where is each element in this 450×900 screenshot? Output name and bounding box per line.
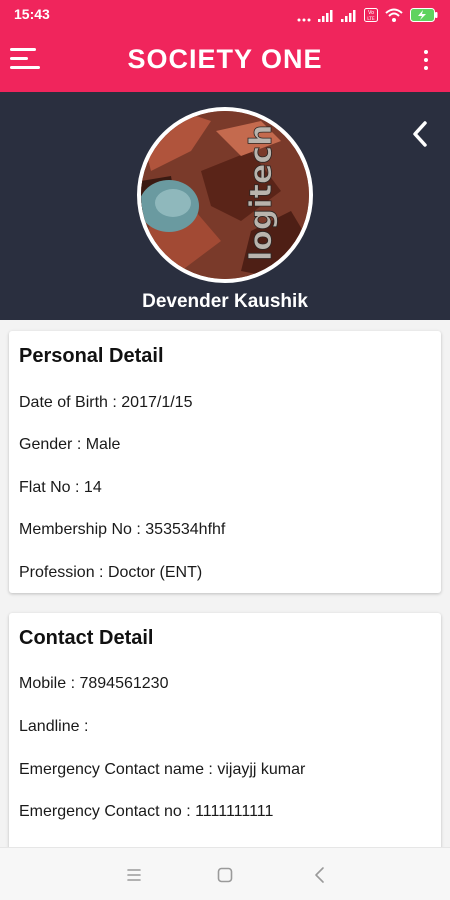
- membership-no-value: 353534hfhf: [145, 521, 226, 538]
- membership-no-label: Membership No :: [19, 521, 141, 538]
- avatar[interactable]: logitech: [137, 107, 313, 283]
- avatar-text: logitech: [244, 125, 279, 261]
- flat-no-value: 14: [83, 479, 102, 496]
- wifi-icon: [385, 8, 403, 22]
- profession-value: Doctor (ENT): [107, 564, 203, 581]
- overflow-menu-icon[interactable]: [422, 48, 430, 74]
- flat-no-label: Flat No :: [19, 479, 80, 496]
- dob-value: 2017/1/15: [121, 394, 193, 411]
- gender-row: Gender : Male: [19, 436, 120, 454]
- svg-text:LTE: LTE: [367, 16, 375, 22]
- personal-detail-card: Personal Detail Date of Birth : 2017/1/1…: [9, 331, 441, 593]
- emergency-no-value[interactable]: 1111111111: [195, 803, 273, 820]
- emergency-name-row: Emergency Contact name : vijayjj kumar: [19, 761, 305, 779]
- status-icons: Vo LTE: [297, 6, 438, 22]
- more-dots-icon: [297, 18, 311, 22]
- mobile-label: Mobile :: [19, 675, 76, 692]
- svg-text:Vo: Vo: [368, 10, 374, 16]
- flat-no-row: Flat No : 14: [19, 479, 102, 497]
- mobile-value[interactable]: 7894561230: [79, 675, 168, 692]
- emergency-name-label: Emergency Contact name :: [19, 761, 213, 778]
- volte-icon: VoLTE: [364, 8, 378, 22]
- status-bar: 15:43 Vo LTE: [0, 0, 450, 28]
- profile-header: logitech Devender Kaushik: [0, 92, 450, 320]
- contact-detail-card: Contact Detail Mobile : 7894561230 Landl…: [9, 613, 441, 853]
- landline-label: Landline :: [19, 718, 89, 735]
- signal-icon: [341, 10, 356, 22]
- profession-label: Profession :: [19, 564, 104, 581]
- recents-menu-icon[interactable]: [123, 864, 145, 886]
- emergency-no-row: Emergency Contact no : 1111111111: [19, 803, 273, 821]
- emergency-name-value: vijayjj kumar: [217, 761, 306, 778]
- status-time: 15:43: [14, 6, 50, 22]
- profile-name: Devender Kaushik: [142, 291, 308, 312]
- gender-value: Male: [85, 436, 121, 453]
- back-triangle-icon[interactable]: [309, 864, 331, 886]
- gender-label: Gender :: [19, 436, 82, 453]
- avatar-image: logitech: [141, 111, 309, 279]
- home-square-icon[interactable]: [214, 864, 236, 886]
- profession-row: Profession : Doctor (ENT): [19, 564, 202, 582]
- dob-row: Date of Birth : 2017/1/15: [19, 394, 192, 412]
- app-bar: SOCIETY ONE: [0, 28, 450, 92]
- battery-charging-icon: [410, 8, 438, 22]
- personal-detail-title: Personal Detail: [19, 345, 164, 367]
- landline-row: Landline :: [19, 718, 88, 736]
- system-nav-bar: [0, 847, 450, 900]
- contact-detail-title: Contact Detail: [19, 627, 154, 649]
- back-chevron-icon[interactable]: [410, 120, 430, 148]
- membership-no-row: Membership No : 353534hfhf: [19, 521, 225, 539]
- mobile-row: Mobile : 7894561230: [19, 675, 168, 693]
- signal-icon: [318, 10, 333, 22]
- dob-label: Date of Birth :: [19, 394, 117, 411]
- emergency-no-label: Emergency Contact no :: [19, 803, 191, 820]
- app-title: SOCIETY ONE: [127, 44, 323, 74]
